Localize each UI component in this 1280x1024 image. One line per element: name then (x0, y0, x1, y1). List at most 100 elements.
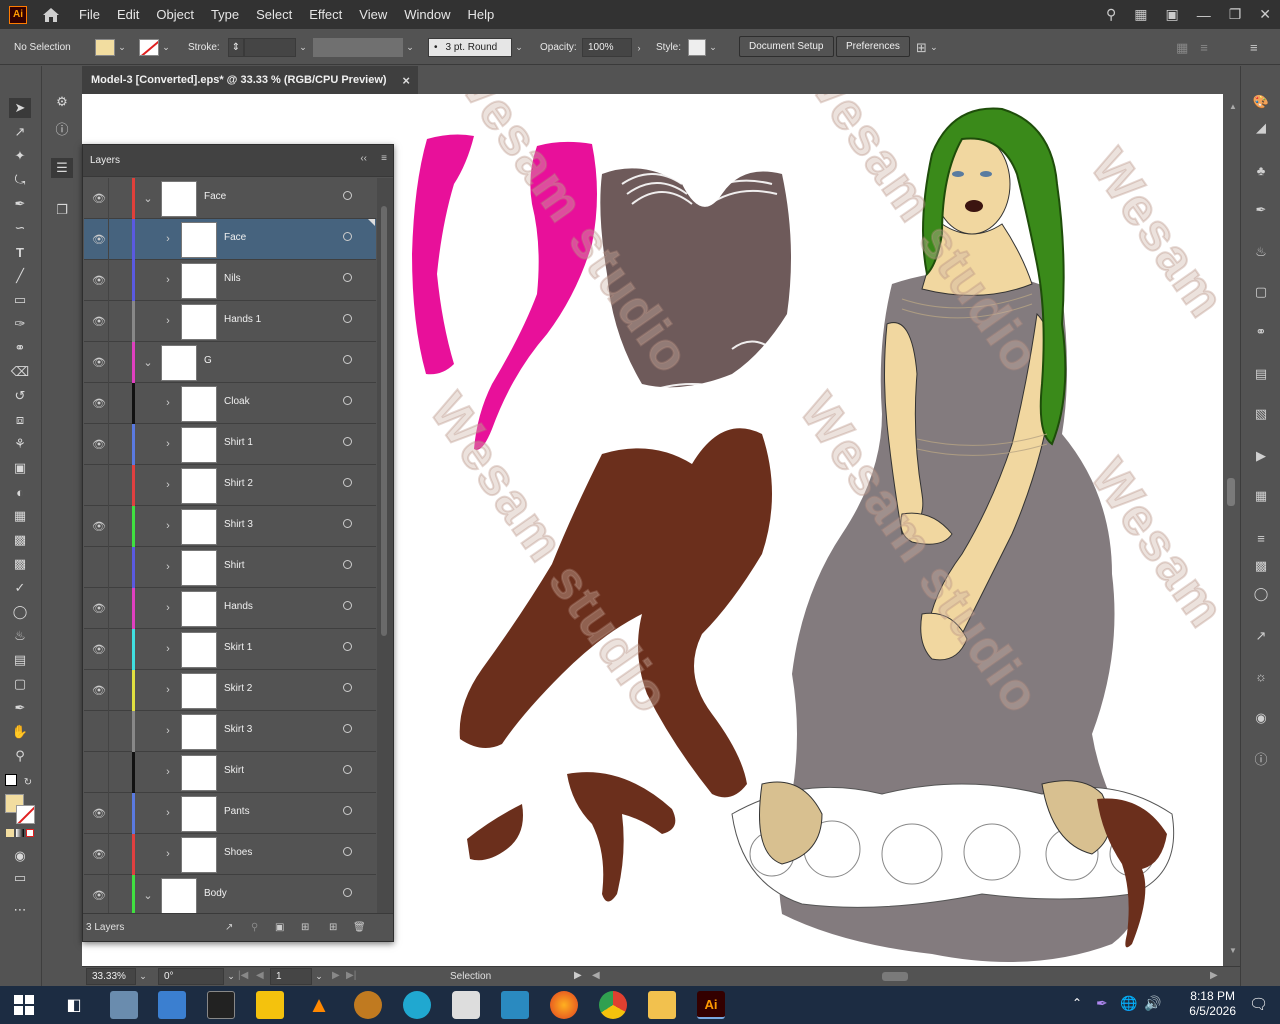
none-mode-icon[interactable] (26, 829, 34, 837)
delete-layer-icon[interactable]: 🗑 (353, 922, 366, 933)
document-info-icon[interactable]: ⓘ (1251, 748, 1271, 768)
layer-row[interactable]: › Skirt (84, 752, 376, 793)
export-icon[interactable]: ↗ (1251, 626, 1271, 646)
menu-object[interactable]: Object (156, 7, 194, 22)
perspective-grid-tool-icon[interactable]: ▦ (9, 506, 31, 526)
menu-select[interactable]: Select (256, 7, 292, 22)
media-app-icon[interactable] (403, 991, 431, 1019)
target-circle-icon[interactable] (343, 888, 352, 897)
layer-name[interactable]: Face (224, 232, 246, 243)
chevron-down-icon[interactable]: ⌄ (115, 39, 129, 56)
actions-icon[interactable]: ▶ (1251, 446, 1271, 466)
menu-effect[interactable]: Effect (309, 7, 342, 22)
target-circle-icon[interactable] (343, 560, 352, 569)
first-artboard-icon[interactable]: |◀ (238, 970, 248, 981)
layer-row[interactable]: 👁 › Nils (84, 260, 376, 301)
target-circle-icon[interactable] (343, 847, 352, 856)
magic-wand-tool-icon[interactable]: ✦ (9, 146, 31, 166)
pathfinder-icon[interactable]: ▧ (1251, 404, 1271, 424)
visibility-eye-icon[interactable]: 👁 (92, 601, 106, 615)
appearance-icon[interactable]: ☼ (1251, 666, 1271, 686)
firefox-icon[interactable] (550, 991, 578, 1019)
target-circle-icon[interactable] (343, 478, 352, 487)
more-tools-icon[interactable]: ⋯ (9, 900, 31, 920)
opacity-field[interactable]: 100% (582, 38, 632, 57)
layer-name[interactable]: Skirt 2 (224, 683, 252, 694)
lock-column[interactable] (108, 424, 109, 465)
zoom-field[interactable]: 33.33% (86, 968, 136, 985)
export-layer-icon[interactable]: ↗ (225, 922, 233, 933)
direct-selection-tool-icon[interactable]: ↗ (9, 122, 31, 142)
panel-menu-icon[interactable]: ≡ (381, 153, 387, 164)
pen-tool-icon[interactable]: ✒ (9, 194, 31, 214)
lock-column[interactable] (108, 178, 109, 219)
visibility-eye-icon[interactable]: 👁 (92, 355, 106, 369)
chevron-right-icon[interactable]: › (162, 642, 174, 656)
menu-window[interactable]: Window (404, 7, 450, 22)
layer-name[interactable]: Shoes (224, 847, 252, 858)
visibility-eye-icon[interactable]: 👁 (92, 683, 106, 697)
layer-name[interactable]: Skirt 1 (224, 642, 252, 653)
artboards-panel-icon[interactable]: ❐ (51, 200, 73, 220)
document-setup-button[interactable]: Document Setup (739, 36, 834, 57)
network-icon[interactable]: 🌐 (1120, 995, 1137, 1012)
document-tab[interactable]: Model-3 [Converted].eps* @ 33.33 % (RGB/… (82, 66, 418, 94)
photos-app-icon[interactable] (110, 991, 138, 1019)
stroke-color-icon[interactable] (16, 805, 35, 824)
menu-edit[interactable]: Edit (117, 7, 139, 22)
target-circle-icon[interactable] (343, 314, 352, 323)
layer-row[interactable]: 👁 ⌄ Body (84, 875, 376, 916)
rotation-field[interactable]: 0° (158, 968, 224, 985)
arrange-icon[interactable]: ⊞ (916, 40, 927, 56)
menu-help[interactable]: Help (467, 7, 494, 22)
align-icon[interactable]: ▦ (1176, 40, 1188, 56)
scroll-left-icon[interactable]: ◀ (592, 970, 600, 981)
lock-column[interactable] (108, 711, 109, 752)
visibility-eye-icon[interactable]: 👁 (92, 437, 106, 451)
visibility-eye-icon[interactable]: 👁 (92, 314, 106, 328)
target-circle-icon[interactable] (343, 724, 352, 733)
layer-row[interactable]: 👁 › Skirt 2 (84, 670, 376, 711)
chevron-down-icon[interactable]: ⌄ (136, 968, 150, 985)
layer-name[interactable]: Skirt 3 (224, 724, 252, 735)
transparency-icon[interactable]: ◯ (1251, 584, 1271, 604)
swap-colors-icon[interactable]: ↻ (22, 772, 34, 792)
symbols-icon[interactable]: ♨ (1251, 242, 1271, 262)
transform-icon[interactable]: ▢ (1251, 282, 1271, 302)
arrange-documents-icon[interactable]: ▦ (1134, 6, 1147, 23)
chevron-right-icon[interactable]: › (162, 519, 174, 533)
layer-row[interactable]: 👁 › Skirt 1 (84, 629, 376, 670)
make-clipping-mask-icon[interactable]: ▣ (275, 922, 284, 933)
layer-name[interactable]: Body (204, 888, 227, 899)
lock-column[interactable] (108, 301, 109, 342)
layer-row[interactable]: 👁 ⌄ G (84, 342, 376, 383)
visibility-eye-icon[interactable]: 👁 (92, 232, 106, 246)
lock-column[interactable] (108, 834, 109, 875)
lock-column[interactable] (108, 670, 109, 711)
target-circle-icon[interactable] (343, 519, 352, 528)
layer-name[interactable]: Shirt 1 (224, 437, 253, 448)
shaper-tool-icon[interactable]: ⚭ (9, 338, 31, 358)
minimize-icon[interactable]: — (1197, 7, 1211, 23)
stroke-panel-icon[interactable]: ≡ (1251, 528, 1271, 548)
screen-mode-icon[interactable]: ▭ (9, 868, 31, 888)
target-circle-icon[interactable] (343, 642, 352, 651)
graph-tool-icon[interactable]: ▤ (9, 650, 31, 670)
rotate-tool-icon[interactable]: ↺ (9, 386, 31, 406)
target-circle-icon[interactable] (343, 806, 352, 815)
close-document-icon[interactable]: × (402, 73, 410, 88)
layer-name[interactable]: Shirt 3 (224, 519, 253, 530)
gradient-panel-icon[interactable]: ▩ (1251, 556, 1271, 576)
draw-mode-icon[interactable]: ◉ (9, 846, 31, 866)
visibility-eye-icon[interactable] (92, 478, 106, 492)
brushes-icon[interactable]: ✒ (1251, 200, 1271, 220)
visibility-eye-icon[interactable] (92, 765, 106, 779)
brush-definition[interactable]: • 3 pt. Round (428, 38, 512, 57)
gimp-icon[interactable] (354, 991, 382, 1019)
gradient-mode-icon[interactable] (16, 829, 24, 837)
chevron-down-icon[interactable]: ⌄ (142, 888, 154, 902)
menu-view[interactable]: View (359, 7, 387, 22)
taskbar-clock[interactable]: 8:18 PM 6/5/2026 (1189, 989, 1236, 1019)
rectangle-tool-icon[interactable]: ▭ (9, 290, 31, 310)
vlc-icon[interactable]: ▲ (305, 991, 333, 1019)
